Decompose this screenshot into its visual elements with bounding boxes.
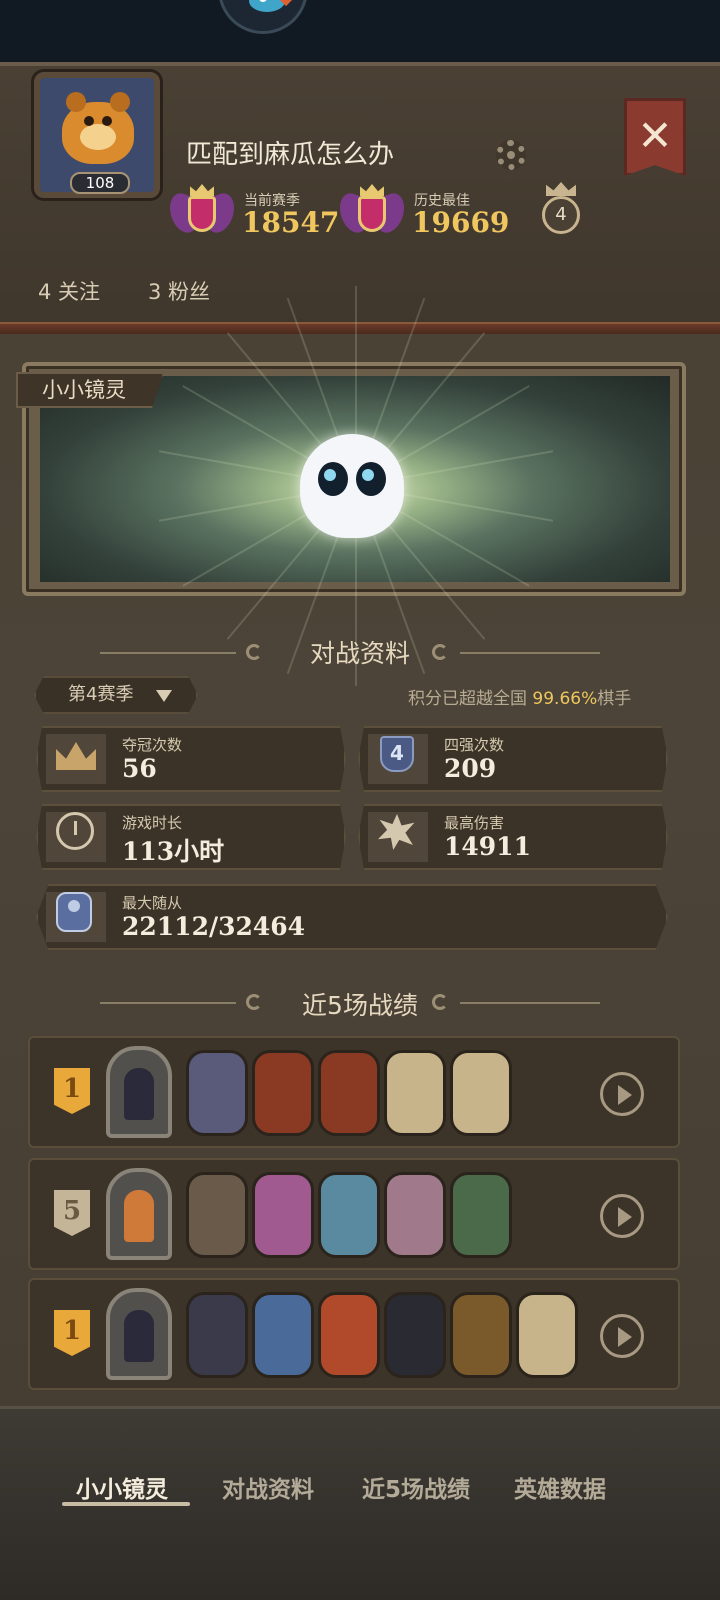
- minion-card: [450, 1172, 512, 1258]
- minion-card: [252, 1292, 314, 1378]
- match-row[interactable]: 1: [28, 1278, 680, 1390]
- stat-card-max-followers: 最大随从 22112/32464: [36, 884, 668, 950]
- following-count[interactable]: 4 关注: [38, 276, 100, 306]
- minion-card: [318, 1050, 380, 1136]
- replay-button[interactable]: [600, 1072, 644, 1116]
- rope-divider: [0, 322, 720, 334]
- ghost-spirit-icon: [300, 434, 404, 538]
- minion-card: [384, 1172, 446, 1258]
- minion-card: [186, 1172, 248, 1258]
- stat-value: 22112/32464: [122, 912, 306, 941]
- stat-card-playtime: 游戏时长 113小时: [36, 804, 346, 870]
- minion-card: [318, 1292, 380, 1378]
- player-avatar[interactable]: 108: [34, 72, 160, 198]
- season-rank-emblem-icon: [170, 184, 234, 242]
- tab-spirit[interactable]: 小小镜灵: [76, 1470, 168, 1504]
- match-row[interactable]: 1: [28, 1036, 680, 1148]
- close-button[interactable]: ✕: [624, 98, 686, 176]
- clock-icon: [56, 812, 94, 850]
- placement-badge: 5: [54, 1190, 90, 1236]
- chevron-down-icon[interactable]: [156, 690, 172, 702]
- recent-matches-title: 近5场战绩: [302, 991, 418, 1020]
- minion-card: [252, 1050, 314, 1136]
- minion-card: [186, 1292, 248, 1378]
- top-strip: [0, 0, 720, 70]
- minion-card: [516, 1292, 578, 1378]
- spirit-name-label: 小小镜灵: [16, 372, 164, 408]
- best-rank-emblem-icon: [340, 184, 404, 242]
- rank-level-badge[interactable]: 4: [542, 196, 580, 234]
- stat-value: 209: [444, 754, 497, 783]
- hero-portrait: [106, 1288, 172, 1380]
- stat-card-max-damage: 最高伤害 14911: [358, 804, 668, 870]
- current-season-score: 18547: [242, 206, 340, 239]
- hero-portrait: [106, 1046, 172, 1138]
- stat-value: 56: [122, 754, 157, 783]
- title-line: [460, 1002, 600, 1004]
- placement-badge: 1: [54, 1310, 90, 1356]
- bear-avatar-icon: [62, 92, 134, 164]
- rank-note-suffix: 棋手: [597, 689, 632, 709]
- placement-badge: 1: [54, 1068, 90, 1114]
- best-score: 19669: [412, 206, 510, 239]
- swirl-ornament-icon: [432, 994, 448, 1010]
- rank-percentile-note: 积分已超越全国 99.66%棋手: [408, 684, 631, 709]
- swirl-ornament-icon: [432, 644, 448, 660]
- tab-battle-profile[interactable]: 对战资料: [222, 1470, 314, 1504]
- title-line: [460, 652, 600, 654]
- minion-card: [252, 1172, 314, 1258]
- replay-button[interactable]: [600, 1314, 644, 1358]
- minion-card: [450, 1050, 512, 1136]
- minion-card: [318, 1172, 380, 1258]
- level-badge: 108: [70, 172, 130, 194]
- minion-card: [450, 1292, 512, 1378]
- top4-shield-icon: 4: [380, 736, 414, 772]
- stat-label: 最高伤害: [444, 814, 505, 832]
- tab-recent-matches[interactable]: 近5场战绩: [362, 1470, 470, 1504]
- stat-card-champion: 夺冠次数 56: [36, 726, 346, 792]
- stat-label: 最大随从: [122, 894, 183, 912]
- replay-button[interactable]: [600, 1194, 644, 1238]
- stat-label: 夺冠次数: [122, 736, 183, 754]
- match-row[interactable]: 5: [28, 1158, 680, 1270]
- follower-icon: [56, 892, 92, 932]
- minion-card: [186, 1050, 248, 1136]
- minion-card: [384, 1050, 446, 1136]
- minion-card: [384, 1292, 446, 1378]
- rank-note-prefix: 积分已超越全国: [408, 689, 533, 709]
- followers-count[interactable]: 3 粉丝: [148, 276, 210, 306]
- stat-card-top4: 4 四强次数 209: [358, 726, 668, 792]
- active-tab-underline: [62, 1502, 190, 1506]
- tab-hero-data[interactable]: 英雄数据: [514, 1470, 606, 1504]
- battle-profile-title: 对战资料: [309, 639, 410, 668]
- stat-value: 14911: [444, 832, 531, 861]
- hero-portrait: [106, 1168, 172, 1260]
- stat-value: 113小时: [122, 837, 225, 866]
- rank-note-percent: 99.66%: [532, 689, 598, 709]
- stat-label: 游戏时长: [122, 814, 183, 832]
- season-select[interactable]: 第4赛季: [34, 676, 198, 714]
- gear-icon[interactable]: [496, 140, 526, 170]
- player-name: 匹配到麻瓜怎么办: [186, 140, 395, 170]
- stat-label: 四强次数: [444, 736, 505, 754]
